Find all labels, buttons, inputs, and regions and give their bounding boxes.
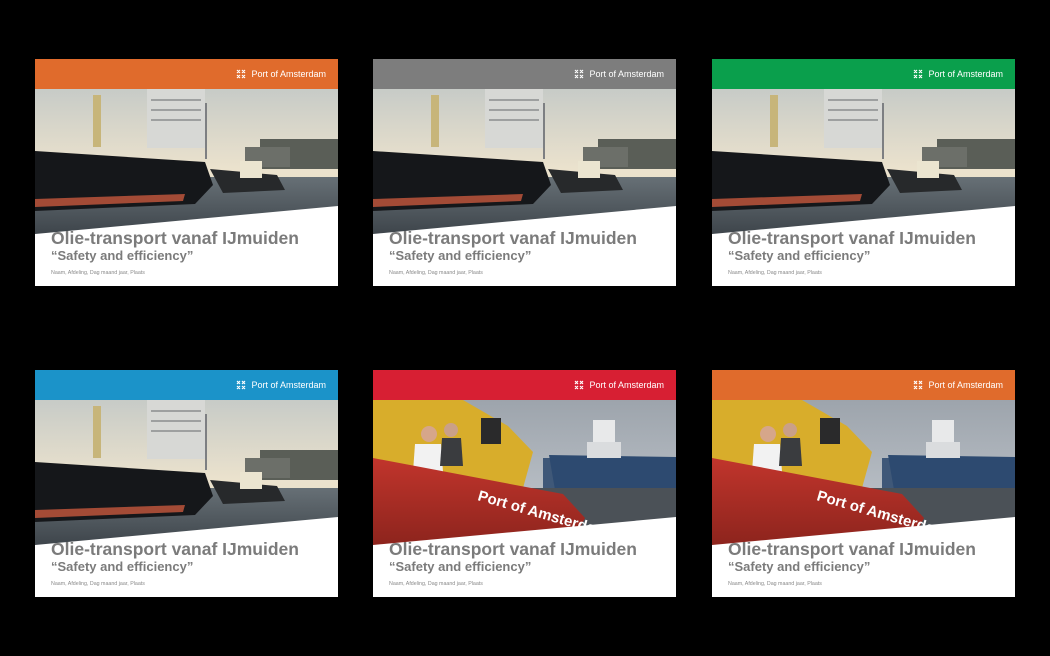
port-of-amsterdam-logo-icon: [237, 380, 246, 390]
brand: Port of Amsterdam: [574, 378, 664, 392]
slide-card-3[interactable]: Port of Amsterdam Olie-transport vanaf I…: [712, 59, 1015, 286]
slide-subtitle: “Safety and efficiency”: [51, 248, 194, 263]
brand: Port of Amsterdam: [913, 67, 1003, 81]
brand: Port of Amsterdam: [236, 378, 326, 392]
port-boat-photo: Port of Amsterdam: [712, 400, 1015, 545]
slide-meta: Naam, Afdeling, Dag maand jaar, Plaats: [389, 581, 483, 587]
slide-meta: Naam, Afdeling, Dag maand jaar, Plaats: [389, 270, 483, 276]
brand: Port of Amsterdam: [574, 67, 664, 81]
brand-name: Port of Amsterdam: [251, 380, 326, 390]
tanker-with-tugboat-image: [712, 89, 1015, 234]
tanker-photo: [373, 89, 676, 234]
tanker-with-tugboat-image: [35, 400, 338, 545]
slide-card-6[interactable]: Port of Amsterdam Port of Amsterdam Olie…: [712, 370, 1015, 597]
brand-name: Port of Amsterdam: [589, 69, 664, 79]
port-of-amsterdam-logo-icon: [914, 380, 923, 390]
slide-subtitle: “Safety and efficiency”: [728, 248, 871, 263]
tanker-with-tugboat-image: [35, 89, 338, 234]
port-of-amsterdam-logo-icon: [914, 69, 923, 79]
brand-name: Port of Amsterdam: [251, 69, 326, 79]
slide-meta: Naam, Afdeling, Dag maand jaar, Plaats: [51, 581, 145, 587]
port-of-amsterdam-logo-icon: [575, 380, 584, 390]
slide-meta: Naam, Afdeling, Dag maand jaar, Plaats: [51, 270, 145, 276]
brand-name: Port of Amsterdam: [928, 69, 1003, 79]
slide-title: Olie-transport vanaf IJmuiden: [728, 539, 976, 559]
slide-subtitle: “Safety and efficiency”: [389, 248, 532, 263]
port-boat-with-crew-image: Port of Amsterdam: [712, 400, 1015, 545]
brand-name: Port of Amsterdam: [589, 380, 664, 390]
slide-card-1[interactable]: Port of Amsterdam Olie-transport vanaf I…: [35, 59, 338, 286]
tanker-photo: [35, 400, 338, 545]
brand-name: Port of Amsterdam: [928, 380, 1003, 390]
slide-subtitle: “Safety and efficiency”: [728, 559, 871, 574]
slide-card-5[interactable]: Port of Amsterdam Port of Amsterdam Olie…: [373, 370, 676, 597]
slide-subtitle: “Safety and efficiency”: [51, 559, 194, 574]
slide-title: Olie-transport vanaf IJmuiden: [51, 539, 299, 559]
port-boat-photo: Port of Amsterdam: [373, 400, 676, 545]
port-of-amsterdam-logo-icon: [575, 69, 584, 79]
slide-meta: Naam, Afdeling, Dag maand jaar, Plaats: [728, 270, 822, 276]
slide-title: Olie-transport vanaf IJmuiden: [728, 228, 976, 248]
tanker-photo: [712, 89, 1015, 234]
slide-title: Olie-transport vanaf IJmuiden: [389, 539, 637, 559]
slide-subtitle: “Safety and efficiency”: [389, 559, 532, 574]
slide-meta: Naam, Afdeling, Dag maand jaar, Plaats: [728, 581, 822, 587]
brand: Port of Amsterdam: [236, 67, 326, 81]
port-boat-with-crew-image: Port of Amsterdam: [373, 400, 676, 545]
tanker-with-tugboat-image: [373, 89, 676, 234]
slide-title: Olie-transport vanaf IJmuiden: [51, 228, 299, 248]
tanker-photo: [35, 89, 338, 234]
slide-card-4[interactable]: Port of Amsterdam Olie-transport vanaf I…: [35, 370, 338, 597]
brand: Port of Amsterdam: [913, 378, 1003, 392]
slide-title: Olie-transport vanaf IJmuiden: [389, 228, 637, 248]
port-of-amsterdam-logo-icon: [237, 69, 246, 79]
slide-card-2[interactable]: Port of Amsterdam Olie-transport vanaf I…: [373, 59, 676, 286]
